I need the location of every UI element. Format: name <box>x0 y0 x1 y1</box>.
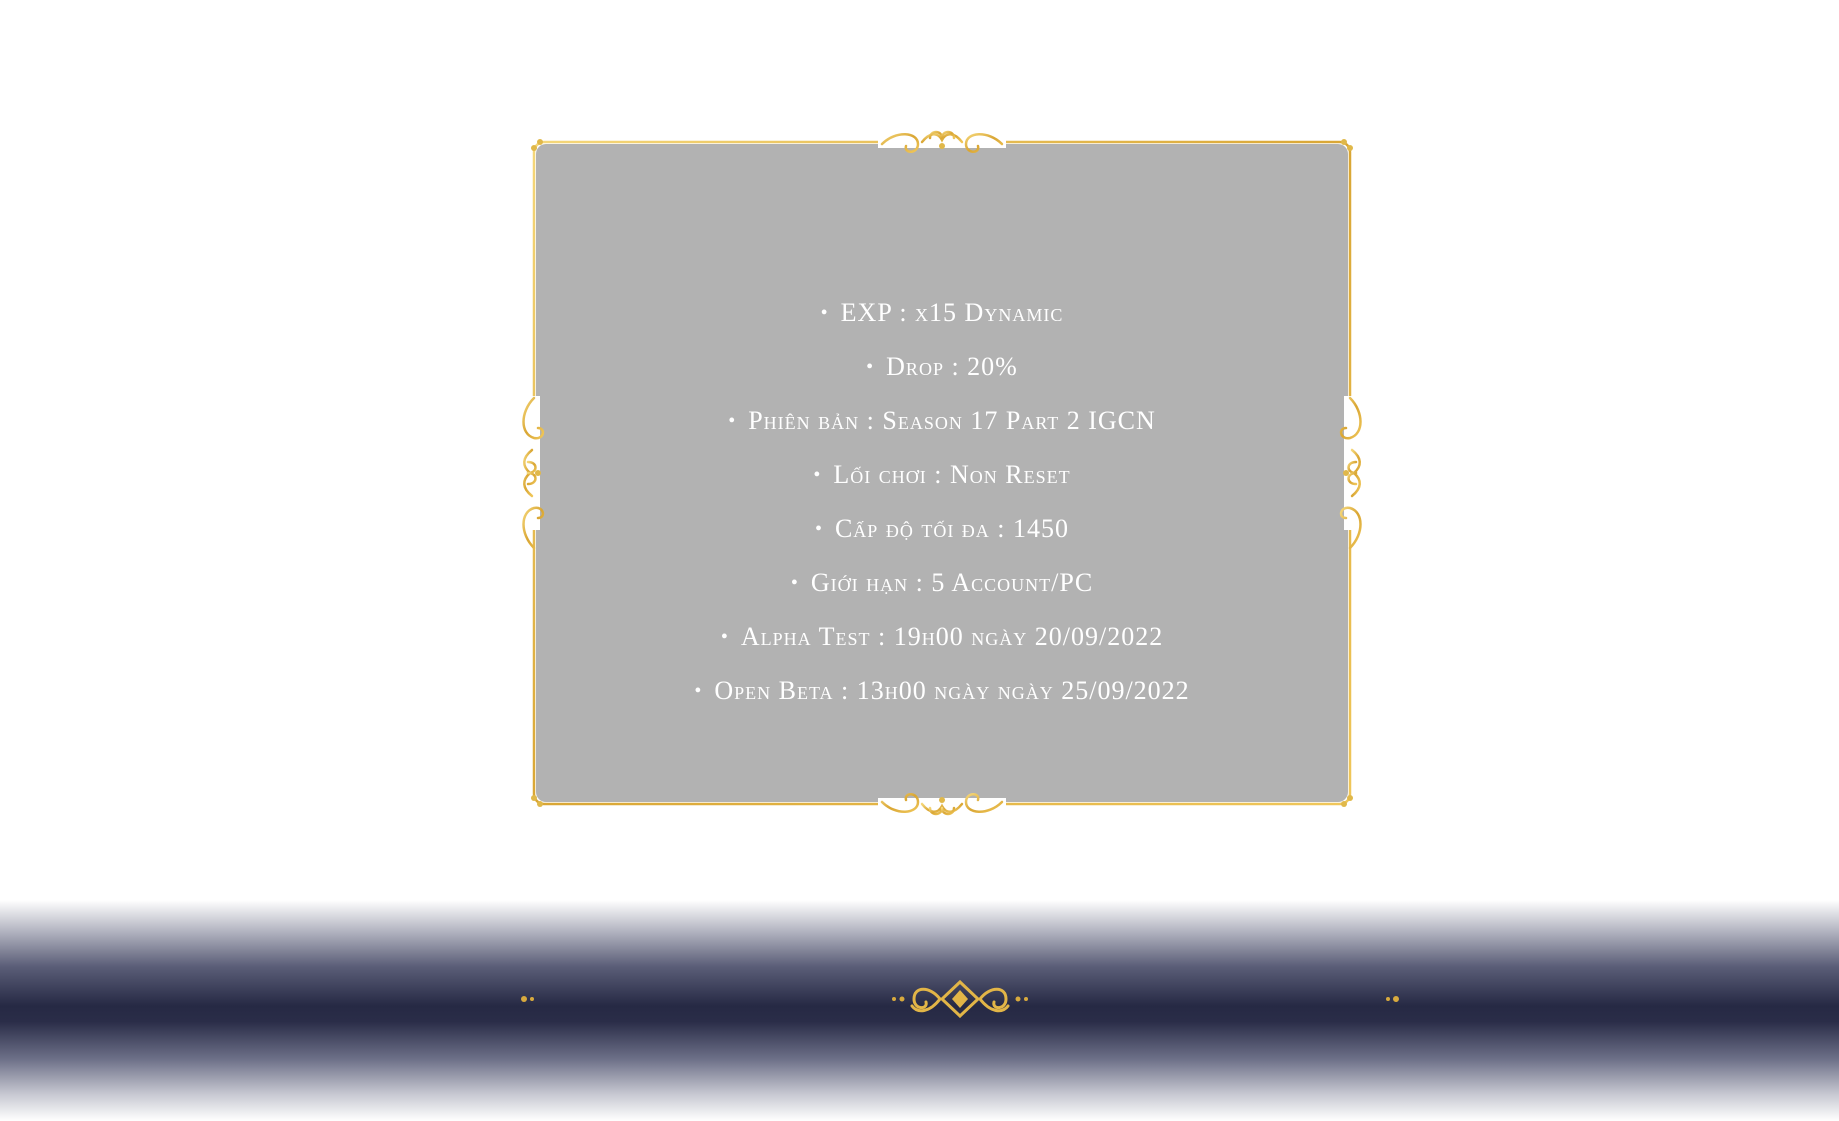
page: • EXP : x15 Dynamic • Drop : 20% • Phiên bả… <box>0 0 1839 1121</box>
flourish-ornament-icon-bottom <box>878 793 1006 816</box>
divider-line-right <box>1015 996 1399 1002</box>
flourish-ornament-icon-left <box>522 396 545 550</box>
ornamental-divider-icon <box>521 979 1399 1019</box>
info-frame: • EXP : x15 Dynamic • Drop : 20% • Phiên bả… <box>522 128 1362 816</box>
flourish-ornament-icon-top <box>878 130 1006 153</box>
flourish-ornament-icon-right <box>1339 396 1362 550</box>
divider-center-ornament <box>910 979 1010 1019</box>
gold-frame <box>522 130 1362 816</box>
frame-border <box>532 140 1352 806</box>
frame-corner-icon <box>531 139 1353 807</box>
divider-line-left <box>521 996 905 1002</box>
